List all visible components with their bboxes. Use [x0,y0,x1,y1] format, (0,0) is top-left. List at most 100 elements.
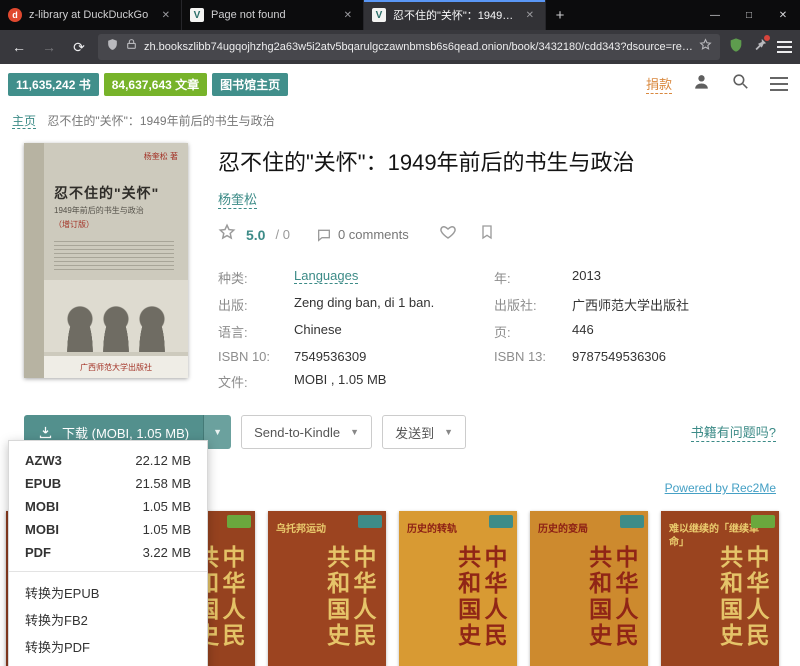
extension-icons [728,37,792,58]
back-button[interactable]: ← [8,39,30,55]
window-controls: — □ ✕ [698,0,800,30]
convert-to-epub[interactable]: 转换为EPUB [9,579,207,606]
user-profile-icon[interactable] [692,72,711,96]
new-tab-button[interactable]: + [546,0,574,30]
duckduckgo-favicon: d [8,8,22,22]
detail-label: 文件: [218,372,294,391]
book-cover-image[interactable]: 杨奎松 著 忍不住的"关怀" 1949年前后的书生与政治 （增订版） 广西师范大… [24,143,188,378]
convert-to-fb2[interactable]: 转换为FB2 [9,606,207,633]
pin-extension-icon[interactable] [753,37,768,57]
breadcrumb: 主页 忍不住的"关怀"：1949年前后的书生与政治 [0,100,800,139]
url-text[interactable]: zh.bookszlibb74ugqojhzhg2a63w5i2atv5bqar… [144,41,693,53]
breadcrumb-home-link[interactable]: 主页 [12,114,36,129]
privacy-shield-extension-icon[interactable] [728,37,744,58]
tab-title: Page not found [211,9,334,21]
tab-title: 忍不住的"关怀"：1949年前后… [393,7,516,23]
browser-menu-icon[interactable] [777,38,792,56]
library-home-badge[interactable]: 图书馆主页 [212,73,288,96]
header-right: 捐款 [646,72,788,96]
chevron-down-icon: ▼ [444,427,453,437]
star-icon[interactable] [218,223,236,246]
rating-badge [358,515,382,528]
comments-link[interactable]: 0 comments [316,227,409,243]
lock-icon[interactable] [125,38,138,56]
book-main: 杨奎松 著 忍不住的"关怀" 1949年前后的书生与政治 （增订版） 广西师范大… [0,139,800,391]
recommended-book-cover[interactable]: 难以继续的「继续革命」 中华人民共和国史 [661,511,779,666]
rating-value: 5.0 [246,227,265,243]
forward-button[interactable]: → [38,39,60,55]
send-to-kindle-button[interactable]: Send-to-Kindle▼ [241,415,372,449]
bookmark-star-icon[interactable] [699,38,712,56]
heart-icon[interactable] [439,223,457,246]
minimize-button[interactable]: — [698,0,732,30]
detail-label: 语言: [218,322,294,341]
tab-close-icon[interactable]: ✕ [341,9,355,22]
detail-value [572,372,776,391]
url-bar[interactable]: zh.bookszlibb74ugqojhzhg2a63w5i2atv5bqar… [98,34,720,60]
menu-item-pdf[interactable]: PDF3.22 MB [9,541,207,564]
zlibrary-favicon: V [190,8,204,22]
tab-title: z-library at DuckDuckGo [29,9,152,21]
send-to-button[interactable]: 发送到▼ [382,415,466,449]
convert-to-txt[interactable]: 转换为TXT [9,660,207,666]
tab-close-icon[interactable]: ✕ [523,9,537,22]
menu-item-mobi-2[interactable]: MOBI1.05 MB [9,518,207,541]
menu-item-epub[interactable]: EPUB21.58 MB [9,472,207,495]
favorite-actions [439,223,495,246]
donate-link[interactable]: 捐款 [646,74,672,94]
rating-row: 5.0 / 0 0 comments [218,223,776,246]
books-count-badge[interactable]: 11,635,242 书 [8,73,99,96]
detail-label: 出版: [218,295,294,314]
download-format-menu: AZW322.12 MB EPUB21.58 MB MOBI1.05 MB MO… [8,440,208,666]
recommended-book-cover[interactable]: 历史的转轨 中华人民共和国史 [399,511,517,666]
chevron-down-icon: ▼ [350,427,359,437]
menu-item-azw3[interactable]: AZW322.12 MB [9,449,207,472]
convert-to-pdf[interactable]: 转换为PDF [9,633,207,660]
report-book-problem-link[interactable]: 书籍有问题吗? [691,422,776,442]
site-menu-icon[interactable] [770,73,788,95]
detail-value-file: MOBI , 1.05 MB [294,372,494,391]
tab-duckduckgo[interactable]: d z-library at DuckDuckGo ✕ [0,0,182,30]
menu-item-mobi[interactable]: MOBI1.05 MB [9,495,207,518]
recommended-book-cover[interactable]: 历史的变局 中华人民共和国史 [530,511,648,666]
tab-close-icon[interactable]: ✕ [159,9,173,22]
reload-button[interactable]: ⟳ [68,39,90,56]
browser-window: d z-library at DuckDuckGo ✕ V Page not f… [0,0,800,666]
rating-badge [751,515,775,528]
rating-badge [489,515,513,528]
cover-spine [24,143,44,378]
recommended-book-cover[interactable]: 乌托邦运动 中华人民共和国史 [268,511,386,666]
close-button[interactable]: ✕ [766,0,800,30]
bookmark-icon[interactable] [479,224,495,245]
cover-edition: （增订版） [54,219,94,230]
detail-label: 年: [494,268,572,287]
cover-byline: 杨奎松 著 [144,151,178,162]
shield-icon[interactable] [106,38,119,56]
detail-value-pages: 446 [572,322,776,341]
rating-total: / 0 [275,227,289,242]
author-link[interactable]: 杨奎松 [218,189,257,209]
detail-label [494,372,572,391]
book-details: 种类: Languages 年: 2013 出版: Zeng ding ban,… [218,268,776,391]
cover-title: 忍不住的"关怀" [54,183,180,203]
tab-bar: d z-library at DuckDuckGo ✕ V Page not f… [0,0,800,30]
powered-by-rec2me-link[interactable]: Powered by Rec2Me [665,481,776,495]
articles-count-badge[interactable]: 84,637,643 文章 [104,73,207,96]
detail-value-isbn13: 9787549536306 [572,349,776,364]
tab-page-not-found[interactable]: V Page not found ✕ [182,0,364,30]
detail-label: ISBN 13: [494,349,572,364]
cover-publisher: 广西师范大学出版社 [44,356,188,378]
rating-badge [620,515,644,528]
cover-blurb-lines [54,238,174,272]
cover-illustration [44,280,188,352]
detail-label: 出版社: [494,295,572,314]
languages-link[interactable]: Languages [294,268,494,287]
download-icon [38,425,53,440]
tab-book-page[interactable]: V 忍不住的"关怀"：1949年前后… ✕ [364,0,546,30]
book-info: 忍不住的"关怀"：1949年前后的书生与政治 杨奎松 5.0 / 0 0 com… [218,143,776,391]
zlibrary-page: 11,635,242 书 84,637,643 文章 图书馆主页 捐款 主页 忍… [0,64,800,666]
maximize-button[interactable]: □ [732,0,766,30]
comment-icon [316,227,332,243]
search-icon[interactable] [731,72,750,96]
navigation-bar: ← → ⟳ zh.bookszlibb74ugqojhzhg2a63w5i2at… [0,30,800,64]
